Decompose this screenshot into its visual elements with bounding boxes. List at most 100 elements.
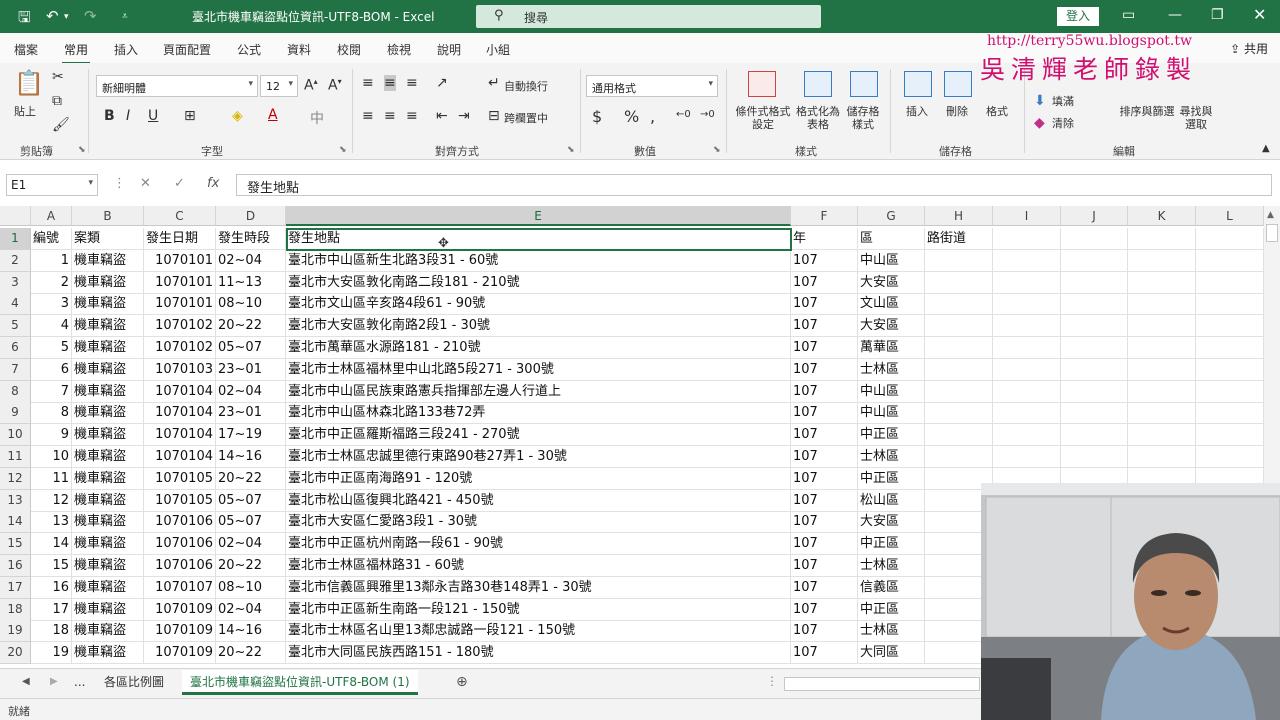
insert-cells-icon[interactable] bbox=[904, 71, 932, 97]
table-cell[interactable]: 02~04 bbox=[216, 249, 286, 272]
table-cell[interactable]: 1070109 bbox=[144, 598, 216, 621]
ribbon-display-icon[interactable]: ▭ bbox=[1122, 7, 1135, 23]
table-cell[interactable]: 大安區 bbox=[858, 271, 925, 294]
table-cell[interactable]: 20~22 bbox=[216, 315, 286, 338]
table-cell[interactable]: 松山區 bbox=[858, 489, 925, 512]
table-cell[interactable]: 發生時段 bbox=[216, 228, 286, 250]
font-size-select[interactable]: 12 ▾ bbox=[260, 75, 298, 97]
table-cell[interactable]: 5 bbox=[31, 337, 72, 359]
table-cell[interactable]: 107 bbox=[791, 337, 858, 359]
table-cell[interactable]: 107 bbox=[791, 358, 858, 381]
row-header[interactable]: 15 bbox=[0, 533, 31, 556]
table-cell[interactable]: 05~07 bbox=[216, 489, 286, 512]
format-as-table-icon[interactable] bbox=[804, 71, 832, 97]
table-cell[interactable]: 02~04 bbox=[216, 533, 286, 556]
table-cell[interactable] bbox=[1196, 402, 1264, 425]
table-cell[interactable]: 臺北市大安區敦化南路2段1 - 30號 bbox=[286, 315, 791, 338]
table-cell[interactable]: 3 bbox=[31, 293, 72, 316]
table-cell[interactable]: 臺北市士林區忠誠里德行東路90巷27弄1 - 30號 bbox=[286, 446, 791, 468]
column-header[interactable]: A bbox=[31, 206, 72, 226]
table-cell[interactable]: 107 bbox=[791, 576, 858, 599]
table-cell[interactable] bbox=[1128, 337, 1196, 359]
table-cell[interactable] bbox=[1128, 358, 1196, 381]
save-icon[interactable]: 🖫 bbox=[18, 7, 31, 32]
table-cell[interactable]: 臺北市中山區林森北路133巷72弄 bbox=[286, 402, 791, 425]
find-select-button[interactable]: 尋找與選取 bbox=[1178, 105, 1214, 131]
table-cell[interactable]: 臺北市士林區福林里中山北路5段271 - 300號 bbox=[286, 358, 791, 381]
tab-view[interactable]: 檢視 bbox=[387, 41, 411, 58]
column-header[interactable]: E bbox=[286, 206, 791, 226]
table-cell[interactable]: 107 bbox=[791, 533, 858, 556]
table-cell[interactable]: 1070109 bbox=[144, 620, 216, 643]
table-cell[interactable]: 107 bbox=[791, 402, 858, 425]
table-cell[interactable]: 107 bbox=[791, 489, 858, 512]
formula-input[interactable]: 發生地點 bbox=[236, 174, 1272, 196]
table-cell[interactable]: 7 bbox=[31, 380, 72, 403]
table-cell[interactable] bbox=[1128, 271, 1196, 294]
login-button[interactable]: 登入 bbox=[1057, 7, 1099, 26]
table-cell[interactable]: 年 bbox=[791, 228, 858, 250]
table-cell[interactable]: 臺北市中正區羅斯福路三段241 - 270號 bbox=[286, 424, 791, 447]
table-cell[interactable] bbox=[1196, 271, 1264, 294]
table-cell[interactable]: 機車竊盜 bbox=[72, 598, 144, 621]
table-cell[interactable]: 中山區 bbox=[858, 402, 925, 425]
decrease-decimal-icon[interactable]: →0 bbox=[700, 109, 715, 120]
table-cell[interactable] bbox=[1061, 315, 1128, 338]
table-cell[interactable]: 05~07 bbox=[216, 511, 286, 534]
row-header[interactable]: 7 bbox=[0, 358, 31, 381]
row-header[interactable]: 5 bbox=[0, 315, 31, 338]
redo-icon[interactable]: ↷ bbox=[84, 7, 97, 25]
table-cell[interactable]: 臺北市中正區南海路91 - 120號 bbox=[286, 467, 791, 490]
table-cell[interactable] bbox=[1196, 315, 1264, 338]
wrap-text-icon[interactable]: ↵ bbox=[488, 75, 500, 91]
table-cell[interactable]: 1070105 bbox=[144, 489, 216, 512]
align-left-icon[interactable]: ≡ bbox=[362, 108, 374, 124]
table-cell[interactable]: 士林區 bbox=[858, 446, 925, 468]
table-cell[interactable]: 機車竊盜 bbox=[72, 315, 144, 338]
table-cell[interactable]: 11~13 bbox=[216, 271, 286, 294]
table-cell[interactable]: 1070104 bbox=[144, 402, 216, 425]
table-cell[interactable]: 編號 bbox=[31, 228, 72, 250]
table-cell[interactable]: 士林區 bbox=[858, 620, 925, 643]
table-cell[interactable]: 1070101 bbox=[144, 271, 216, 294]
table-cell[interactable]: 機車竊盜 bbox=[72, 380, 144, 403]
align-center-icon[interactable]: ≡ bbox=[384, 108, 396, 124]
column-header[interactable]: H bbox=[925, 206, 993, 226]
table-cell[interactable] bbox=[1061, 249, 1128, 272]
tab-data[interactable]: 資料 bbox=[287, 41, 311, 58]
table-cell[interactable] bbox=[993, 271, 1061, 294]
tab-formulas[interactable]: 公式 bbox=[237, 41, 261, 58]
table-cell[interactable]: 1070102 bbox=[144, 337, 216, 359]
format-cells-button[interactable]: 格式 bbox=[986, 105, 1008, 118]
table-cell[interactable]: 16 bbox=[31, 576, 72, 599]
table-cell[interactable] bbox=[993, 315, 1061, 338]
table-cell[interactable]: 1070104 bbox=[144, 424, 216, 447]
cut-icon[interactable]: ✂ bbox=[52, 69, 64, 85]
table-cell[interactable] bbox=[1061, 402, 1128, 425]
conditional-formatting-button[interactable]: 條件式格式設定 bbox=[734, 105, 792, 131]
table-cell[interactable]: 1070106 bbox=[144, 533, 216, 556]
row-header[interactable]: 17 bbox=[0, 576, 31, 599]
clipboard-launcher-icon[interactable]: ⬊ bbox=[78, 145, 86, 155]
table-cell[interactable]: 機車竊盜 bbox=[72, 337, 144, 359]
table-cell[interactable] bbox=[1196, 446, 1264, 468]
table-cell[interactable]: 11 bbox=[31, 467, 72, 490]
table-cell[interactable] bbox=[1128, 446, 1196, 468]
table-cell[interactable]: 1070104 bbox=[144, 446, 216, 468]
decrease-indent-icon[interactable]: ⇤ bbox=[436, 108, 448, 124]
conditional-formatting-icon[interactable] bbox=[748, 71, 776, 97]
copy-icon[interactable]: ⧉ bbox=[52, 93, 62, 109]
row-header[interactable]: 19 bbox=[0, 620, 31, 643]
table-cell[interactable]: 107 bbox=[791, 467, 858, 490]
table-cell[interactable]: 臺北市士林區福林路31 - 60號 bbox=[286, 555, 791, 577]
table-cell[interactable]: 14~16 bbox=[216, 620, 286, 643]
comma-icon[interactable]: , bbox=[650, 107, 655, 126]
close-icon[interactable]: ✕ bbox=[1253, 5, 1266, 24]
table-cell[interactable]: 1070105 bbox=[144, 467, 216, 490]
cell-styles-button[interactable]: 儲存格樣式 bbox=[842, 105, 884, 131]
table-cell[interactable]: 02~04 bbox=[216, 598, 286, 621]
tab-file[interactable]: 檔案 bbox=[14, 41, 38, 58]
table-cell[interactable]: 14 bbox=[31, 533, 72, 556]
increase-decimal-icon[interactable]: ←0 bbox=[676, 109, 691, 120]
table-cell[interactable]: 6 bbox=[31, 358, 72, 381]
